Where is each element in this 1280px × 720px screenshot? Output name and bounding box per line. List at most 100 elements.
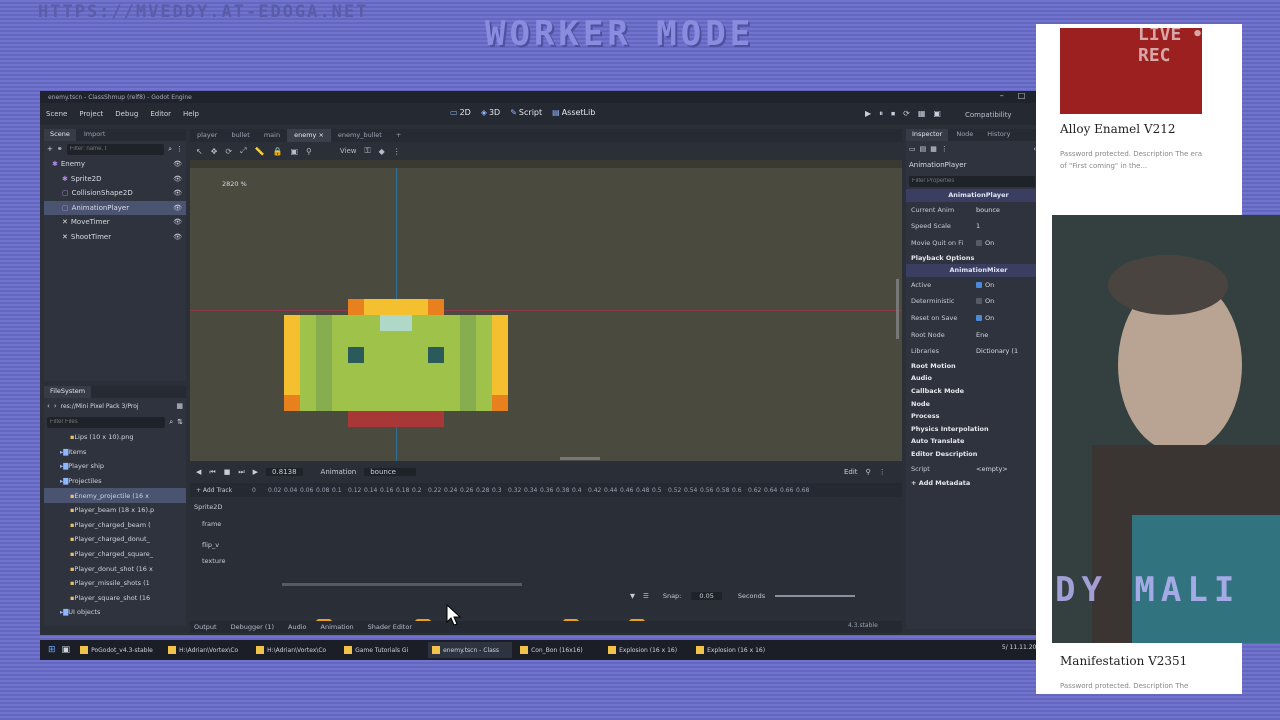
scene-tab-enemy[interactable]: enemy × (287, 129, 331, 142)
minimize-icon[interactable]: – (1000, 91, 1004, 100)
bottom-tab-animation[interactable]: Animation (321, 623, 354, 631)
scene-node-movetimer[interactable]: ✕ MoveTimer 👁 (44, 215, 186, 230)
property-value[interactable]: Dictionary (1 (976, 347, 1018, 355)
zoom-slider[interactable] (775, 595, 856, 597)
visibility-icon[interactable]: 👁 (173, 160, 182, 168)
inspector-property[interactable]: Root Node Ene (906, 326, 1046, 343)
stop-icon[interactable]: ⏹ (891, 109, 895, 119)
file-item[interactable]: ▪ Player_charged_square_ (44, 547, 186, 562)
lock-icon[interactable]: 🔒 (272, 147, 282, 156)
new-resource-icon[interactable]: ▭ (909, 145, 916, 153)
filesystem-filter-input[interactable] (47, 416, 166, 428)
visibility-icon[interactable]: 👁 (173, 218, 182, 226)
animation-menu[interactable]: Animation (321, 468, 357, 476)
menu-project[interactable]: Project (73, 110, 109, 118)
time-field[interactable]: 0.8138 (266, 468, 303, 476)
inspector-section[interactable]: Process (906, 410, 1046, 423)
track-flip-v[interactable]: flip_v (190, 537, 902, 553)
insert-key-icon[interactable]: ◆ (379, 147, 385, 156)
bottom-tab-debugger[interactable]: Debugger (1) (231, 623, 274, 631)
task-view-icon[interactable]: ▣ (62, 645, 71, 655)
taskbar-item[interactable]: enemy.tscn - Class (428, 642, 513, 658)
inspector-section[interactable]: Auto Translate (906, 435, 1046, 448)
file-item[interactable]: ▪ Player_square_shot (16 (44, 591, 186, 606)
add-scene-tab-icon[interactable]: + (389, 129, 408, 142)
tab-inspector[interactable]: Inspector (906, 129, 949, 141)
mode-2d-button[interactable]: ▭ 2D (450, 108, 471, 117)
inspector-section[interactable]: Editor Description (906, 448, 1046, 461)
animation-select[interactable]: bounce (364, 468, 416, 476)
play-icon[interactable]: ▶ (253, 468, 258, 476)
visibility-icon[interactable]: 👁 (173, 189, 182, 197)
maximize-icon[interactable]: □ (1018, 91, 1026, 100)
property-value[interactable]: On (976, 314, 994, 322)
unchecked-checkbox[interactable] (976, 240, 982, 247)
timeline-scrollbar[interactable] (282, 583, 522, 586)
enemy-sprite[interactable] (284, 299, 510, 427)
add-node-icon[interactable]: + (47, 145, 53, 153)
viewport-scrollbar-v[interactable] (896, 279, 899, 339)
folder-item[interactable]: ▸▇ Items (44, 445, 186, 460)
taskbar-item[interactable]: Con_Bon (16x16) (516, 642, 600, 658)
tab-node[interactable]: Node (950, 129, 979, 141)
scene-menu-icon[interactable]: ⋮ (176, 145, 183, 153)
group-icon[interactable]: ▣ (290, 147, 298, 156)
property-value[interactable]: bounce (976, 206, 1000, 214)
folder-icon[interactable]: ▦ (176, 402, 183, 410)
zoom-readout[interactable]: 2820 % (222, 180, 247, 188)
scene-node-enemy[interactable]: ✱ Enemy 👁 (44, 157, 186, 172)
folder-item[interactable]: ▸▇ Player ship (44, 459, 186, 474)
bottom-tab-audio[interactable]: Audio (288, 623, 306, 631)
inspector-section[interactable]: Callback Mode (906, 385, 1046, 398)
remote-debug-icon[interactable]: ⟳ (903, 109, 910, 119)
close-icon[interactable]: × (316, 131, 323, 139)
checked-checkbox[interactable] (976, 315, 982, 322)
taskbar-item[interactable]: Explosion (16 x 16) (604, 642, 688, 658)
bottom-tab-output[interactable]: Output (194, 623, 217, 631)
more-icon[interactable]: ⋮ (393, 147, 401, 156)
move-tool-icon[interactable]: ✥ (211, 147, 218, 156)
edit-button[interactable]: Edit (844, 468, 858, 476)
inspector-property[interactable]: Libraries Dictionary (1 (906, 343, 1046, 360)
tab-history[interactable]: History (981, 129, 1016, 141)
file-item[interactable]: ▪ Player_missile_shots (1 (44, 576, 186, 591)
scene-filter-input[interactable] (66, 143, 165, 155)
property-value[interactable]: Ene (976, 331, 988, 339)
key-icon[interactable]: ⚿ (365, 146, 371, 156)
visibility-icon[interactable]: 👁 (173, 204, 182, 212)
inspector-filter-input[interactable] (909, 175, 1036, 187)
checked-checkbox[interactable] (976, 281, 982, 288)
scene-tab-main[interactable]: main (257, 129, 287, 142)
inspector-property[interactable]: Reset on Save On (906, 310, 1046, 327)
track-frame[interactable]: frame (190, 516, 902, 532)
file-item[interactable]: ▪ Player_charged_beam ( (44, 518, 186, 533)
add-track-button[interactable]: + Add Track (190, 487, 252, 494)
file-item[interactable]: ▪ Enemy_projectile (16 x (44, 488, 186, 503)
sort-icon[interactable]: ⇅ (177, 418, 183, 426)
play-backwards-icon[interactable]: ◀ (196, 468, 201, 476)
tab-filesystem[interactable]: FileSystem (44, 386, 92, 398)
property-value[interactable]: On (976, 281, 994, 289)
bottom-tab-shader-editor[interactable]: Shader Editor (368, 623, 412, 631)
folder-item[interactable]: ▸▇ UI objects (44, 605, 186, 620)
visibility-icon[interactable]: 👁 (173, 175, 182, 183)
play-custom-icon[interactable]: ▣ (933, 109, 941, 119)
select-tool-icon[interactable]: ↖ (196, 147, 203, 156)
save-resource-icon[interactable]: ▦ (930, 145, 937, 153)
folder-item[interactable]: ▸▇ Projectiles (44, 474, 186, 489)
card-title-1[interactable]: Alloy Enamel V212 (1060, 122, 1176, 136)
scene-node-collisionshape2d[interactable]: ▢ CollisionShape2D 👁 (44, 186, 186, 201)
back-icon[interactable]: ‹ (47, 402, 50, 410)
inspector-property[interactable]: Active On (906, 277, 1046, 294)
scale-tool-icon[interactable]: ⤢ (240, 146, 246, 156)
visibility-icon[interactable]: 👁 (173, 233, 182, 241)
property-value[interactable]: On (976, 297, 994, 305)
list-icon[interactable]: ☰ (643, 592, 649, 600)
unchecked-checkbox[interactable] (976, 298, 982, 305)
rotate-tool-icon[interactable]: ⟳ (225, 147, 232, 156)
forward-icon[interactable]: › (54, 402, 57, 410)
menu-scene[interactable]: Scene (40, 110, 73, 118)
open-resource-icon[interactable]: ▤ (920, 145, 927, 153)
link-icon[interactable]: ⚭ (57, 145, 63, 153)
play-from-start-icon[interactable]: ⏭ (238, 468, 244, 477)
